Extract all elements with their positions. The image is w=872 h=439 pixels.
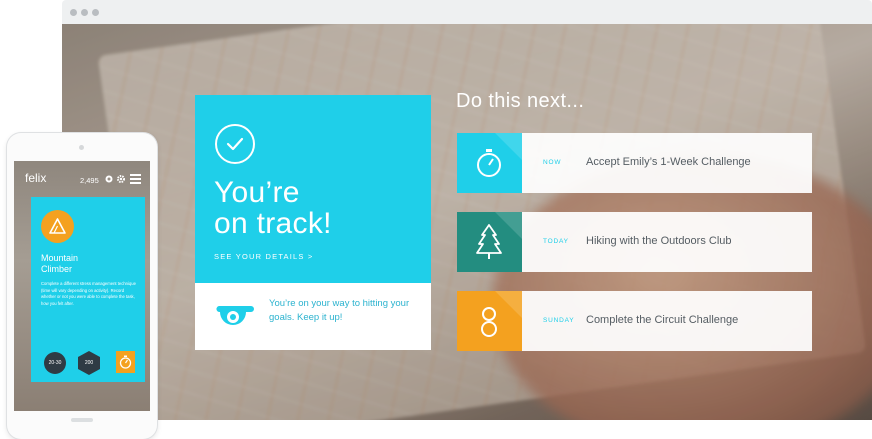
status-card-footer: You’re on your way to hitting your goals… xyxy=(195,283,431,350)
whistle-icon xyxy=(216,306,254,325)
circuit-icon xyxy=(457,291,522,351)
gear-icon[interactable] xyxy=(117,175,125,183)
task-row[interactable]: NOW Accept Emily’s 1-Week Challenge xyxy=(457,133,812,193)
task-when: NOW xyxy=(543,159,562,166)
challenge-card[interactable]: Mountain Climber Complete a different st… xyxy=(31,197,145,382)
task-when: TODAY xyxy=(543,238,569,245)
points-count: 2,495 xyxy=(80,176,99,185)
challenge-description: Complete a different stress management t… xyxy=(41,281,136,306)
home-button[interactable] xyxy=(71,418,93,422)
menu-icon[interactable] xyxy=(130,174,141,184)
see-details-link[interactable]: SEE YOUR DETAILS > xyxy=(214,252,313,261)
task-label: Complete the Circuit Challenge xyxy=(586,314,739,326)
phone-screen: felix 2,495 Mountain Climber Complete a … xyxy=(14,161,150,411)
status-card-header: You’re on track! SEE YOUR DETAILS > xyxy=(195,95,431,283)
window-dot-maximize[interactable] xyxy=(92,9,99,16)
task-row[interactable]: TODAY Hiking with the Outdoors Club xyxy=(457,212,812,272)
camera-icon xyxy=(79,145,84,150)
checkmark-icon xyxy=(215,124,255,164)
task-when: SUNDAY xyxy=(543,317,575,324)
points-badge: 200 xyxy=(78,351,100,375)
task-label: Accept Emily’s 1-Week Challenge xyxy=(586,156,751,168)
tree-icon xyxy=(457,212,522,272)
task-label: Hiking with the Outdoors Club xyxy=(586,235,732,247)
status-message: You’re on your way to hitting your goals… xyxy=(269,298,410,323)
status-card: You’re on track! SEE YOUR DETAILS > You’… xyxy=(195,95,431,350)
phone-mockup: felix 2,495 Mountain Climber Complete a … xyxy=(7,133,157,439)
app-logo: felix xyxy=(25,171,47,185)
window-dot-minimize[interactable] xyxy=(81,9,88,16)
stopwatch-icon xyxy=(457,133,522,193)
coin-icon xyxy=(105,175,113,183)
browser-window xyxy=(62,0,872,420)
mountain-icon xyxy=(41,210,74,243)
browser-chrome xyxy=(62,0,872,24)
duration-badge: 20-30 xyxy=(44,352,66,374)
timer-badge[interactable] xyxy=(116,351,135,373)
task-row[interactable]: SUNDAY Complete the Circuit Challenge xyxy=(457,291,812,351)
window-dot-close[interactable] xyxy=(70,9,77,16)
status-headline: You’re on track! xyxy=(214,176,332,240)
challenge-title: Mountain Climber xyxy=(41,253,79,274)
next-section-title: Do this next... xyxy=(456,90,585,112)
